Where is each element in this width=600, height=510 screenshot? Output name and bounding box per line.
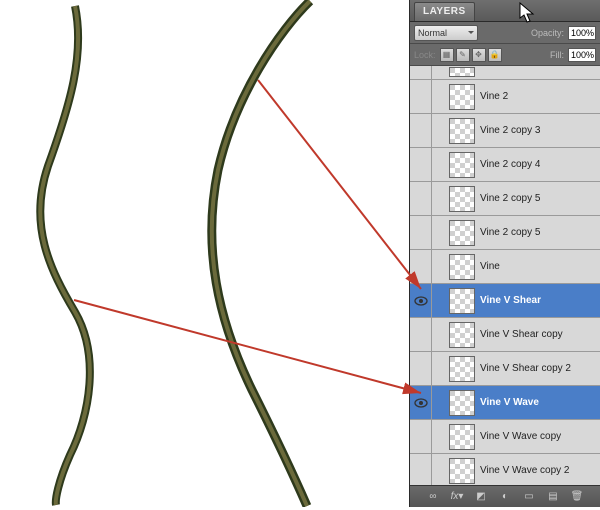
layer-name-label[interactable]: Vine 2 [480, 91, 508, 102]
layer-thumbnail[interactable] [449, 186, 475, 212]
visibility-toggle[interactable] [410, 454, 432, 485]
layer-row[interactable]: Vine 2 copy 3 [410, 114, 600, 148]
panel-bottom-bar: ∞ fx▾ ◩ ◐ ▭ ▤ 🗑 [410, 485, 600, 507]
visibility-toggle[interactable] [410, 148, 432, 181]
visibility-toggle[interactable] [410, 284, 432, 317]
layer-name-label[interactable]: Vine V Shear copy [480, 329, 563, 340]
opacity-label: Opacity: [531, 28, 564, 38]
group-icon[interactable]: ▭ [521, 490, 537, 504]
layer-row[interactable]: Vine [410, 250, 600, 284]
layer-thumbnail[interactable] [449, 390, 475, 416]
layer-row[interactable]: Vine 2 copy 5 [410, 216, 600, 250]
mask-icon[interactable]: ◩ [473, 490, 489, 504]
layer-thumbnail[interactable] [449, 220, 475, 246]
canvas-area [0, 0, 409, 507]
layer-thumbnail[interactable] [449, 458, 475, 484]
layer-name-label[interactable]: Vine 2 copy 5 [480, 193, 540, 204]
layer-name-label[interactable]: Vine V Wave copy [480, 431, 561, 442]
lock-all-icon[interactable]: 🔒 [488, 48, 502, 62]
visibility-toggle[interactable] [410, 80, 432, 113]
lock-label: Lock: [414, 50, 436, 60]
layer-row[interactable]: Vine V Shear copy 2 [410, 352, 600, 386]
layer-row[interactable]: Vine 2 copy 5 [410, 182, 600, 216]
visibility-toggle[interactable] [410, 216, 432, 249]
fx-icon[interactable]: fx▾ [449, 490, 465, 504]
layer-name-label[interactable]: Vine V Wave [480, 397, 539, 408]
layer-name-label[interactable]: Vine 2 copy 3 [480, 125, 540, 136]
adjustment-icon[interactable]: ◐ [497, 490, 513, 504]
layer-thumbnail[interactable] [449, 84, 475, 110]
visibility-toggle[interactable] [410, 352, 432, 385]
visibility-toggle[interactable] [410, 386, 432, 419]
artwork [0, 0, 409, 507]
visibility-toggle[interactable] [410, 114, 432, 147]
lock-transparency-icon[interactable]: ▦ [440, 48, 454, 62]
layer-name-label[interactable]: Vine 2 copy 4 [480, 159, 540, 170]
layer-row[interactable]: Vine V Wave copy 2 [410, 454, 600, 485]
fill-label: Fill: [550, 50, 564, 60]
lock-icons: ▦ ✎ ✥ 🔒 [440, 48, 502, 62]
visibility-toggle[interactable] [410, 420, 432, 453]
visibility-toggle[interactable] [410, 250, 432, 283]
lock-position-icon[interactable]: ✥ [472, 48, 486, 62]
layers-panel[interactable]: LAYERS Normal Opacity: 100% Lock: ▦ ✎ ✥ … [409, 0, 600, 507]
layer-thumbnail[interactable] [449, 152, 475, 178]
blend-opacity-row: Normal Opacity: 100% [410, 22, 600, 44]
layer-row[interactable]: Vine V Wave copy [410, 420, 600, 454]
new-layer-icon[interactable]: ▤ [545, 490, 561, 504]
lock-fill-row: Lock: ▦ ✎ ✥ 🔒 Fill: 100% [410, 44, 600, 66]
eye-icon [414, 398, 428, 408]
layer-thumbnail[interactable] [449, 118, 475, 144]
layer-name-label[interactable]: Vine V Shear [480, 295, 541, 306]
layer-list[interactable]: Vine 2 Vine 2 copy 3 Vine 2 copy 4 Vine 2 c… [410, 80, 600, 485]
layer-name-label[interactable]: Vine [480, 261, 500, 272]
layer-row[interactable]: Vine V Shear [410, 284, 600, 318]
layers-tab[interactable]: LAYERS [414, 2, 475, 21]
layer-thumbnail[interactable] [449, 356, 475, 382]
blend-mode-select[interactable]: Normal [414, 25, 478, 41]
panel-tab-bar: LAYERS [410, 0, 600, 22]
layer-row[interactable]: Vine V Shear copy [410, 318, 600, 352]
layer-name-label[interactable]: Vine V Wave copy 2 [480, 465, 570, 476]
trash-icon[interactable]: 🗑 [569, 490, 585, 504]
visibility-toggle[interactable] [410, 182, 432, 215]
layer-thumbnail[interactable] [449, 424, 475, 450]
layer-thumbnail[interactable] [449, 254, 475, 280]
visibility-toggle[interactable] [410, 318, 432, 351]
layer-name-label[interactable]: Vine 2 copy 5 [480, 227, 540, 238]
layer-row[interactable]: Vine 2 copy 4 [410, 148, 600, 182]
lock-pixels-icon[interactable]: ✎ [456, 48, 470, 62]
layer-thumbnail[interactable] [449, 288, 475, 314]
layer-row[interactable]: Vine 2 [410, 80, 600, 114]
layer-name-label[interactable]: Vine V Shear copy 2 [480, 363, 571, 374]
eye-icon [414, 296, 428, 306]
layer-thumbnail[interactable] [449, 322, 475, 348]
layer-row[interactable]: Vine V Wave [410, 386, 600, 420]
opacity-field[interactable]: 100% [568, 26, 596, 40]
fill-field[interactable]: 100% [568, 48, 596, 62]
link-icon[interactable]: ∞ [425, 490, 441, 504]
